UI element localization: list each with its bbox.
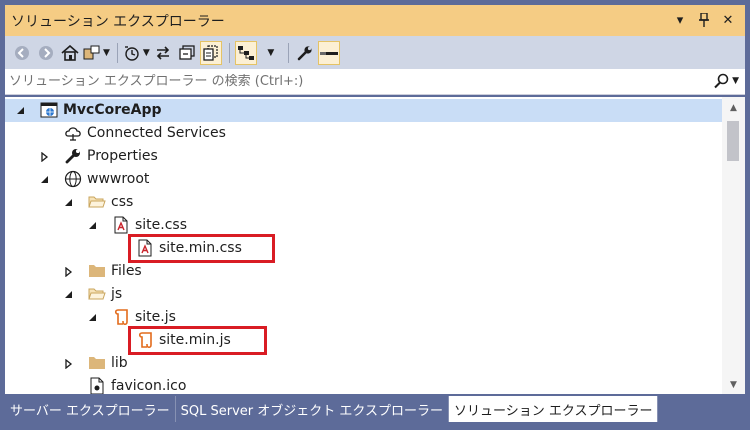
css-file-icon — [112, 216, 130, 234]
tree-node-label: js — [111, 286, 123, 302]
collapse-arrow-icon[interactable] — [63, 197, 75, 209]
properties-button[interactable] — [294, 41, 316, 65]
forward-icon — [39, 45, 53, 60]
filter-dropdown-button[interactable]: ▼ — [259, 41, 281, 65]
search-options-dropdown-icon[interactable]: ▼ — [732, 76, 739, 86]
tree-node-label: MvcCoreApp — [63, 102, 162, 118]
scroll-down-icon[interactable]: ▼ — [722, 376, 745, 394]
expand-arrow-icon[interactable] — [39, 151, 51, 163]
home-icon — [61, 44, 79, 61]
image-file-icon — [88, 377, 106, 394]
highlight-box — [128, 326, 267, 355]
solution-project-icon — [40, 101, 58, 119]
tree-node-files[interactable]: Files — [5, 260, 722, 283]
search-icon — [714, 73, 729, 89]
title-bar: ソリューション エクスプローラー ▾ ✕ — [5, 5, 745, 36]
tree-node-label: favicon.ico — [111, 378, 187, 394]
vertical-scrollbar[interactable]: ▲ ▼ — [722, 97, 745, 394]
home-button[interactable] — [59, 41, 81, 65]
tree-node-site-css[interactable]: site.css — [5, 214, 722, 237]
switch-views-dropdown-icon[interactable]: ▼ — [103, 48, 110, 58]
collapse-arrow-icon[interactable] — [39, 174, 51, 186]
tree-node-properties[interactable]: Properties — [5, 145, 722, 168]
folder-open-icon — [88, 193, 106, 211]
tree-node-wwwroot[interactable]: wwwroot — [5, 168, 722, 191]
tree-node-label: Connected Services — [87, 125, 226, 141]
tree-node-favicon-ico[interactable]: favicon.ico — [5, 375, 722, 394]
solution-explorer-window: ソリューション エクスプローラー ▾ ✕ ▼ ▼ ▼ ソリューション エクスプロ… — [0, 0, 750, 430]
tree-node-label: Files — [111, 263, 142, 279]
collapse-arrow-icon[interactable] — [87, 220, 99, 232]
switch-views-icon — [83, 45, 100, 59]
show-all-files-button[interactable] — [199, 40, 222, 65]
collapse-arrow-icon[interactable] — [63, 289, 75, 301]
wrench-icon — [297, 45, 312, 60]
window-position-dropdown-icon[interactable]: ▾ — [671, 11, 689, 29]
preview-pane-icon — [319, 51, 338, 55]
folder-open-icon — [88, 285, 106, 303]
toolbar-separator — [287, 42, 289, 63]
back-icon — [15, 45, 29, 60]
search-button[interactable]: ▼ — [713, 73, 739, 89]
toolbar-separator — [228, 42, 230, 63]
bottom-tab-strip: サーバー エクスプローラー SQL Server オブジェクト エクスプローラー… — [5, 396, 745, 422]
tree-node-mvccoreapp[interactable]: MvcCoreApp — [5, 99, 722, 122]
tree-node-connected-services[interactable]: Connected Services — [5, 122, 722, 145]
tree-hierarchy-icon — [237, 45, 254, 60]
tree-node-label: Properties — [87, 148, 158, 164]
connected-services-icon — [64, 124, 82, 142]
back-button[interactable] — [11, 41, 33, 65]
tree-node-label: css — [111, 194, 134, 210]
preview-selected-items-button[interactable] — [234, 40, 257, 65]
clock-icon — [124, 45, 139, 61]
collapse-arrow-icon[interactable] — [87, 312, 99, 324]
tree-node-site-min-css[interactable]: site.min.css — [5, 237, 722, 260]
tree-node-js[interactable]: js — [5, 283, 722, 306]
close-icon[interactable]: ✕ — [719, 11, 737, 29]
pin-icon[interactable] — [695, 11, 713, 29]
tree-node-label: lib — [111, 355, 128, 371]
forward-button[interactable] — [35, 41, 57, 65]
search-bar: ▼ — [5, 69, 745, 95]
tree-node-site-min-js[interactable]: site.min.js — [5, 329, 722, 352]
tab-sql-server-object-explorer[interactable]: SQL Server オブジェクト エクスプローラー — [176, 396, 449, 422]
collapse-arrow-icon[interactable] — [15, 105, 27, 117]
panel-title: ソリューション エクスプローラー — [11, 13, 225, 30]
toolbar: ▼ ▼ ▼ — [5, 36, 745, 69]
highlight-box — [128, 234, 276, 263]
sync-arrows-icon — [156, 45, 169, 60]
collapse-all-icon — [179, 44, 195, 60]
tab-server-explorer[interactable]: サーバー エクスプローラー — [5, 396, 176, 422]
scrollbar-thumb[interactable] — [727, 121, 739, 161]
tree-node-site-js[interactable]: site.js — [5, 306, 722, 329]
solution-tree: MvcCoreApp Connected Services Properties ww… — [5, 97, 722, 394]
filter-dropdown-icon[interactable]: ▼ — [267, 48, 274, 58]
expand-arrow-icon[interactable] — [63, 358, 75, 370]
folder-icon — [88, 262, 106, 280]
pending-changes-dropdown-icon[interactable]: ▼ — [143, 48, 150, 58]
folder-icon — [88, 354, 106, 372]
preview-button[interactable] — [317, 40, 340, 65]
globe-icon — [64, 170, 82, 188]
js-file-icon — [112, 308, 130, 326]
tab-solution-explorer[interactable]: ソリューション エクスプローラー — [449, 396, 659, 422]
tree-node-css[interactable]: css — [5, 191, 722, 214]
scroll-up-icon[interactable]: ▲ — [722, 99, 745, 117]
pending-changes-filter-button[interactable]: ▼ — [123, 41, 150, 65]
sync-button[interactable] — [152, 41, 174, 65]
expand-arrow-icon[interactable] — [63, 266, 75, 278]
wrench-icon — [64, 147, 82, 165]
switch-views-button[interactable]: ▼ — [83, 41, 110, 65]
toolbar-separator — [116, 42, 118, 63]
tree-node-lib[interactable]: lib — [5, 352, 722, 375]
collapse-all-button[interactable] — [176, 41, 198, 65]
tree-node-label: wwwroot — [87, 171, 150, 187]
search-input[interactable] — [5, 74, 685, 89]
show-all-files-icon — [203, 44, 218, 61]
